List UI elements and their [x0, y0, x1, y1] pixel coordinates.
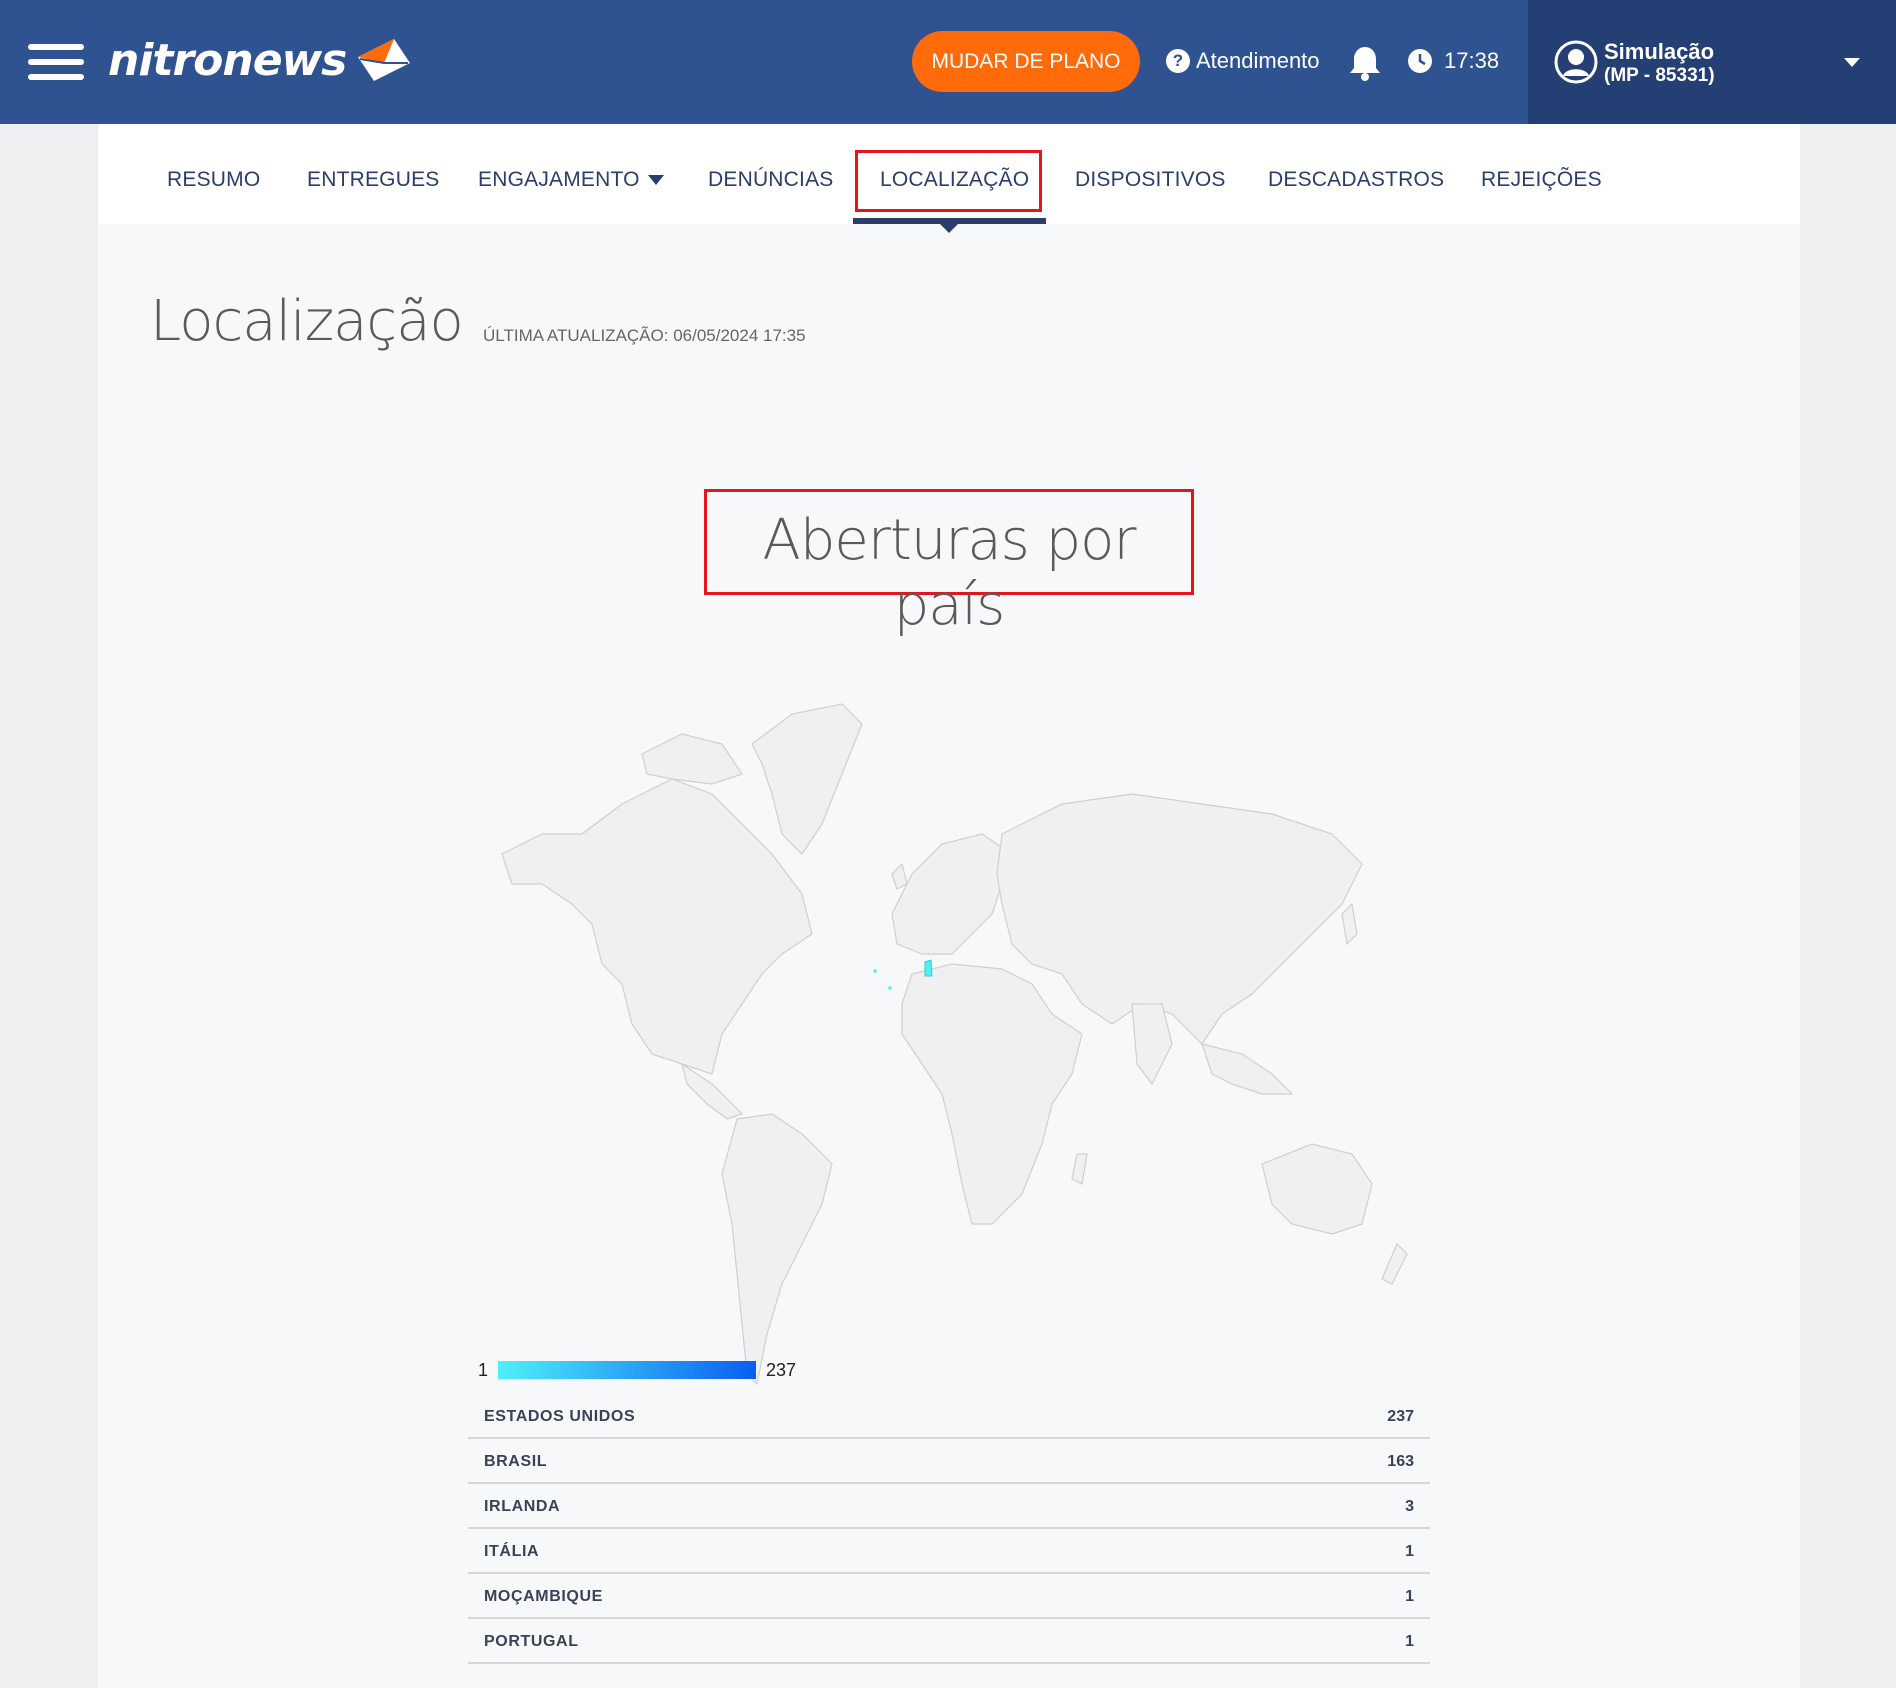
- map-europe: [891, 833, 1013, 955]
- menu-icon[interactable]: [28, 44, 84, 80]
- country-value: 163: [1387, 1453, 1414, 1470]
- user-account: (MP - 85331): [1604, 65, 1715, 86]
- country-value: 1: [1405, 1588, 1414, 1605]
- country-name: BRASIL: [484, 1453, 548, 1470]
- map-north-america: [501, 778, 813, 1075]
- logo-text: nitronews: [108, 34, 347, 86]
- legend-max: 237: [766, 1360, 797, 1380]
- map-india: [1131, 1003, 1173, 1086]
- table-row: ESTADOS UNIDOS 237: [468, 1394, 1430, 1439]
- table-row: ITÁLIA 1: [468, 1529, 1430, 1574]
- country-value: 1: [1405, 1633, 1414, 1650]
- top-bar: nitronews MUDAR DE PLANO ? Atendimento 1…: [0, 0, 1896, 124]
- map-new-zealand: [1381, 1242, 1408, 1285]
- support-link[interactable]: ? Atendimento: [1166, 48, 1320, 74]
- map-uk-ireland: [891, 862, 908, 890]
- tab-dispositivos[interactable]: DISPOSITIVOS: [1075, 168, 1226, 192]
- user-menu[interactable]: Simulação (MP - 85331): [1528, 0, 1896, 124]
- bell-icon[interactable]: [1348, 44, 1382, 82]
- country-name: ESTADOS UNIDOS: [484, 1408, 636, 1425]
- tab-resumo[interactable]: RESUMO: [167, 168, 260, 192]
- map-greenland: [751, 703, 863, 855]
- main-content: RESUMO ENTREGUES ENGAJAMENTO DENÚNCIAS L…: [98, 124, 1800, 1688]
- country-table: ESTADOS UNIDOS 237 BRASIL 163 IRLANDA 3 ITÁ…: [468, 1394, 1430, 1664]
- active-tab-pointer: [940, 224, 958, 233]
- map-portugal-highlight: [924, 959, 933, 977]
- envelope-logo-icon: [358, 39, 411, 81]
- map-azores-dot: [873, 969, 877, 973]
- country-name: PORTUGAL: [484, 1633, 579, 1650]
- table-row: BRASIL 163: [468, 1439, 1430, 1484]
- tab-engajamento-label: ENGAJAMENTO: [478, 168, 640, 191]
- chart-title: Aberturas por país: [762, 508, 1137, 638]
- map-japan: [1341, 902, 1358, 946]
- last-updated: ÚLTIMA ATUALIZAÇÃO: 06/05/2024 17:35: [483, 326, 806, 345]
- help-icon: ?: [1166, 49, 1190, 73]
- tab-rejeicoes[interactable]: REJEIÇÕES: [1481, 168, 1602, 192]
- chevron-down-icon: [1844, 58, 1860, 67]
- map-asia: [996, 793, 1363, 1045]
- logo[interactable]: nitronews: [108, 30, 414, 90]
- country-name: MOÇAMBIQUE: [484, 1588, 603, 1605]
- country-name: ITÁLIA: [484, 1543, 540, 1560]
- map-southeast-asia: [1201, 1043, 1294, 1095]
- report-tabs: RESUMO ENTREGUES ENGAJAMENTO DENÚNCIAS L…: [98, 124, 1800, 233]
- map-arctic-islands: [641, 733, 743, 785]
- legend-min: 1: [478, 1360, 489, 1380]
- country-value: 3: [1405, 1498, 1414, 1515]
- country-value: 1: [1405, 1543, 1414, 1560]
- table-row: MOÇAMBIQUE 1: [468, 1574, 1430, 1619]
- map-madeira-dot: [888, 986, 892, 990]
- caret-down-icon: [647, 175, 664, 186]
- table-row: IRLANDA 3: [468, 1484, 1430, 1529]
- color-scale-legend: 1 237: [478, 1356, 858, 1386]
- user-avatar-icon: [1554, 40, 1598, 84]
- map-south-america: [721, 1113, 833, 1386]
- table-row: PORTUGAL 1: [468, 1619, 1430, 1664]
- support-label: Atendimento: [1196, 48, 1320, 73]
- change-plan-button[interactable]: MUDAR DE PLANO: [912, 31, 1140, 92]
- clock-icon: [1408, 49, 1432, 73]
- map-australia: [1261, 1143, 1373, 1235]
- map-africa: [901, 963, 1083, 1225]
- page-title: Localização: [150, 289, 464, 354]
- map-madagascar: [1071, 1153, 1088, 1185]
- tab-denuncias[interactable]: DENÚNCIAS: [708, 168, 833, 192]
- current-time: 17:38: [1444, 48, 1500, 73]
- legend-gradient-bar: [498, 1361, 756, 1379]
- world-map[interactable]: [482, 684, 1432, 1424]
- tab-entregues[interactable]: ENTREGUES: [307, 168, 440, 192]
- active-tab-highlight: [855, 150, 1042, 212]
- tab-engajamento[interactable]: ENGAJAMENTO: [478, 168, 664, 192]
- user-name: Simulação: [1604, 39, 1715, 64]
- tab-descadastros[interactable]: DESCADASTROS: [1268, 168, 1444, 192]
- country-name: IRLANDA: [484, 1498, 561, 1515]
- country-value: 237: [1387, 1408, 1414, 1425]
